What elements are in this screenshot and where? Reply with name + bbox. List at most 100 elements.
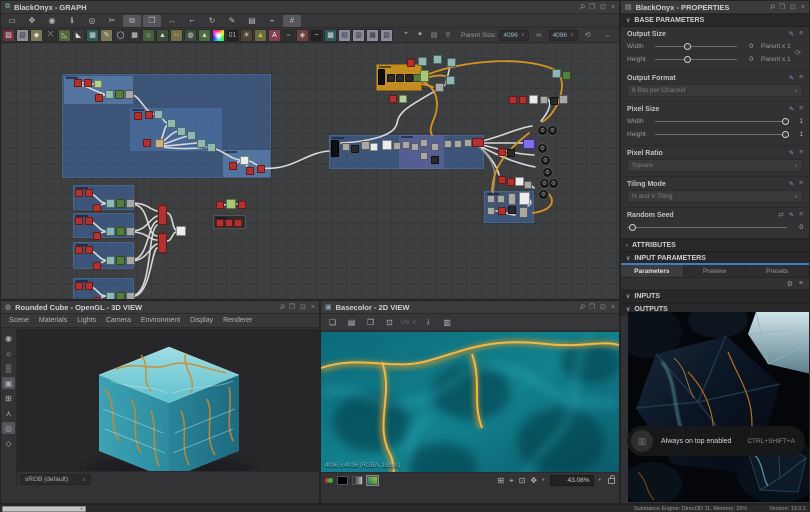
node-button-27[interactable]: ▧ (380, 29, 393, 42)
node-button-19[interactable]: A (268, 29, 281, 42)
view2d-tool-1[interactable]: ▤ (344, 318, 359, 327)
parent-size-width-dropdown[interactable]: 4096∨ (499, 30, 528, 41)
gradient-swatch[interactable] (352, 476, 363, 485)
view3d-side-icon-7[interactable]: ◇ (2, 437, 15, 449)
graph-node[interactable] (134, 112, 142, 120)
node-button-8[interactable]: ◯ (114, 29, 127, 42)
graph-node[interactable] (420, 70, 429, 82)
view3d-titlebar[interactable]: ◍ Rounded Cube - OpenGL - 3D VIEW ⚲ ❐ ⊡ … (1, 301, 319, 314)
graph-tool-4[interactable]: ◎ (83, 15, 101, 27)
graph-tool-5[interactable]: ✂ (103, 15, 121, 27)
graph-tool-7[interactable]: ❐ (143, 15, 161, 27)
background-swatch[interactable] (337, 476, 348, 485)
list-icon[interactable]: ≡ (799, 280, 803, 287)
menu-scene[interactable]: Scene (9, 317, 29, 324)
view3d-viewport[interactable]: ◉☼▒▣⊞⋏◎◇ (1, 329, 319, 487)
view3d-side-icon-2[interactable]: ▒ (2, 362, 15, 374)
reset-size-icon[interactable]: ⟲ (581, 29, 595, 41)
view2d-tool-2[interactable]: ❐ (363, 318, 378, 327)
graph-node[interactable] (487, 207, 495, 215)
graph-node[interactable] (342, 143, 350, 151)
close-icon[interactable]: × (311, 304, 315, 311)
float-icon[interactable]: ❐ (289, 304, 295, 311)
pin-icon[interactable]: ⚲ (767, 3, 776, 12)
node-button-14[interactable]: ▲ (198, 29, 211, 42)
graph-node[interactable] (116, 199, 125, 208)
maximize-icon[interactable]: ⊡ (600, 4, 606, 11)
graph-node[interactable] (402, 141, 410, 149)
graph-node[interactable] (370, 143, 378, 151)
graph-tool-0[interactable]: ▭ (3, 15, 21, 27)
graph-extra-3[interactable]: ⚲ (441, 29, 455, 41)
graph-node[interactable] (508, 206, 516, 214)
graph-tool-6[interactable]: ⧉ (123, 15, 141, 27)
graph-node[interactable] (155, 139, 164, 148)
graph-node[interactable] (411, 143, 419, 151)
graph-node[interactable] (75, 217, 83, 225)
close-icon[interactable]: × (801, 4, 805, 11)
expose-icon[interactable]: ✎ (789, 211, 794, 219)
float-icon[interactable]: ❐ (589, 4, 595, 11)
height-slider[interactable] (655, 55, 737, 64)
graph-node[interactable] (207, 143, 216, 152)
output-node[interactable]: ⚙ (548, 178, 559, 189)
view3d-side-icon-6[interactable]: ◎ (2, 422, 15, 434)
pixel-width-slider[interactable] (655, 117, 787, 126)
graph-node[interactable] (93, 262, 101, 270)
graph-tool-12[interactable]: ▤ (243, 15, 261, 27)
layout-dropdown[interactable]: ∨ (2, 506, 86, 512)
output-node[interactable]: ⚙ (537, 143, 548, 154)
graph-tool-8[interactable]: ↔ (163, 15, 181, 27)
graph-node[interactable] (94, 80, 102, 88)
graph-node[interactable] (106, 227, 115, 236)
graph-node[interactable] (431, 156, 439, 164)
close-icon[interactable]: × (611, 4, 615, 11)
graph-node[interactable] (93, 204, 101, 212)
close-icon[interactable]: × (611, 304, 615, 311)
graph-tool-11[interactable]: ✎ (223, 15, 241, 27)
graph-node[interactable] (529, 95, 538, 104)
tiling-mode-dropdown[interactable]: H and V Tiling∨ (627, 190, 803, 203)
base-color-output-preview[interactable] (628, 312, 810, 502)
graph-node[interactable] (515, 177, 524, 186)
graph-node[interactable] (550, 97, 558, 105)
node-button-11[interactable]: ▲ (156, 29, 169, 42)
graph-node[interactable] (85, 217, 93, 225)
graph-node[interactable] (464, 139, 472, 147)
graph-node[interactable] (158, 205, 167, 225)
graph-tool-9[interactable]: ⌐ (183, 15, 201, 27)
output-node[interactable]: ⚙ (542, 167, 553, 178)
node-button-4[interactable]: ◺ (58, 29, 71, 42)
graph-node[interactable] (106, 292, 115, 300)
graph-node[interactable] (508, 193, 516, 205)
graph-node[interactable] (75, 282, 83, 290)
graph-canvas[interactable]: ⚙⚙⚙⚙⚙⚙⚙⚙ (1, 43, 619, 300)
node-button-13[interactable]: ◍ (184, 29, 197, 42)
float-icon[interactable]: ❐ (779, 4, 785, 11)
pixel-height-slider[interactable] (655, 130, 787, 139)
graph-node[interactable] (85, 282, 93, 290)
graph-node[interactable] (446, 76, 455, 85)
node-button-10[interactable]: ⌂ (142, 29, 155, 42)
width-slider[interactable] (655, 42, 737, 51)
view2d-view-icon-1[interactable]: ⌖ (509, 476, 514, 486)
graph-node[interactable] (75, 189, 83, 197)
graph-node[interactable] (106, 256, 115, 265)
graph-node[interactable] (115, 90, 124, 99)
graph-node[interactable] (420, 152, 428, 160)
graph-node[interactable] (331, 140, 339, 157)
graph-node[interactable] (396, 74, 404, 82)
view2d-view-icon-3[interactable]: ✥ (530, 476, 537, 486)
graph-node[interactable] (93, 232, 101, 240)
graph-node[interactable] (187, 131, 196, 140)
graph-node[interactable] (418, 57, 427, 66)
graph-node[interactable] (519, 207, 528, 218)
graph-node[interactable] (246, 167, 254, 175)
graph-tool-1[interactable]: ✥ (23, 15, 41, 27)
graph-tool-13[interactable]: ⌁ (263, 15, 281, 27)
graph-node[interactable] (435, 83, 444, 92)
node-button-9[interactable]: ▦ (128, 29, 141, 42)
view2d-titlebar[interactable]: ▣ Basecolor - 2D VIEW ⚲ ❐ ⊡ × (321, 301, 619, 314)
graph-node[interactable] (559, 95, 568, 104)
graph-node[interactable] (106, 199, 115, 208)
